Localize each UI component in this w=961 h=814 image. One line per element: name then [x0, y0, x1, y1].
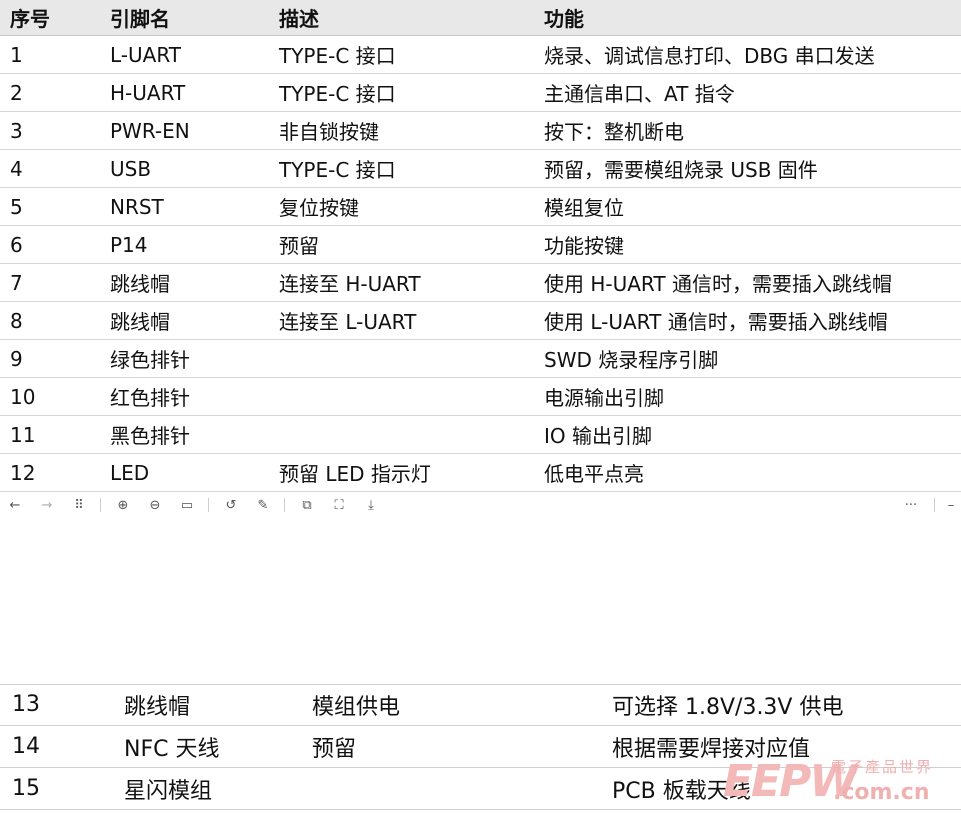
- row-description: 预留: [312, 736, 357, 762]
- row-description: 连接至 H-UART: [279, 272, 421, 296]
- row-index: 11: [10, 422, 36, 447]
- watermark-domain: .com.cn: [833, 780, 930, 805]
- header-index: 序号: [10, 7, 50, 31]
- table-row: 2 H-UART TYPE-C 接口 主通信串口、AT 指令: [0, 74, 961, 112]
- image-viewer-toolbar: ← → ⠿ ⊕ ⊖ ▭ ↺ ✎ ⧉ ⛶ ⤓ ··· –: [0, 490, 961, 520]
- row-description: TYPE-C 接口: [279, 82, 396, 106]
- table-row: 3 PWR-EN 非自锁按键 按下：整机断电: [0, 112, 961, 150]
- expand-icon[interactable]: ⛶: [328, 490, 350, 520]
- row-function: 低电平点亮: [544, 462, 644, 486]
- row-index: 9: [10, 346, 23, 371]
- row-function: 模组复位: [544, 196, 624, 220]
- crop-icon[interactable]: ⧉: [296, 490, 318, 520]
- edit-icon[interactable]: ✎: [252, 490, 274, 520]
- rotate-icon[interactable]: ↺: [220, 490, 242, 520]
- row-pin-name: 黑色排针: [110, 424, 190, 448]
- header-function: 功能: [544, 7, 584, 31]
- row-function: 烧录、调试信息打印、DBG 串口发送: [544, 44, 875, 68]
- row-pin-name: PWR-EN: [110, 118, 190, 143]
- watermark-chinese-name: 電子產品世界: [831, 758, 934, 776]
- row-pin-name: LED: [110, 460, 150, 485]
- table-row: 4 USB TYPE-C 接口 预留，需要模组烧录 USB 固件: [0, 150, 961, 188]
- row-function: 功能按键: [544, 234, 624, 258]
- row-description: 非自锁按键: [279, 120, 379, 144]
- row-function: 使用 H-UART 通信时，需要插入跳线帽: [544, 272, 892, 296]
- row-pin-name: H-UART: [110, 80, 186, 105]
- row-index: 2: [10, 80, 23, 105]
- row-pin-name: 红色排针: [110, 386, 190, 410]
- row-function: IO 输出引脚: [544, 424, 652, 448]
- row-description: TYPE-C 接口: [279, 44, 396, 68]
- row-description: 预留: [279, 234, 319, 258]
- row-function: 可选择 1.8V/3.3V 供电: [612, 694, 844, 720]
- row-function: SWD 烧录程序引脚: [544, 348, 719, 372]
- header-description: 描述: [279, 7, 319, 31]
- toolbar-divider: [208, 498, 209, 512]
- row-pin-name: 跳线帽: [124, 694, 191, 720]
- row-description: 复位按键: [279, 196, 359, 220]
- row-description: 连接至 L-UART: [279, 310, 417, 334]
- table-row: 12 LED 预留 LED 指示灯 低电平点亮: [0, 454, 961, 492]
- zoom-out-icon[interactable]: ⊖: [144, 490, 166, 520]
- eepw-watermark: EEPW 電子產品世界 .com.cn: [723, 756, 953, 812]
- toolbar-divider: [284, 498, 285, 512]
- row-function: 使用 L-UART 通信时，需要插入跳线帽: [544, 310, 888, 334]
- table-row: 8 跳线帽 连接至 L-UART 使用 L-UART 通信时，需要插入跳线帽: [0, 302, 961, 340]
- download-icon[interactable]: ⤓: [360, 490, 382, 520]
- row-description: 模组供电: [312, 694, 401, 720]
- back-arrow-icon[interactable]: ←: [4, 490, 26, 520]
- row-pin-name: NRST: [110, 194, 164, 219]
- row-index: 6: [10, 232, 23, 257]
- table-row: 6 P14 预留 功能按键: [0, 226, 961, 264]
- row-index: 3: [10, 118, 23, 143]
- table-row: 10 红色排针 电源输出引脚: [0, 378, 961, 416]
- row-pin-name: NFC 天线: [124, 736, 220, 762]
- row-pin-name: USB: [110, 156, 152, 181]
- row-index: 8: [10, 308, 23, 333]
- grid-icon[interactable]: ⠿: [68, 490, 90, 520]
- row-index: 12: [10, 460, 36, 485]
- row-function: 预留，需要模组烧录 USB 固件: [544, 158, 818, 182]
- row-index: 10: [10, 384, 36, 409]
- row-function: 按下：整机断电: [544, 120, 684, 144]
- row-function: 电源输出引脚: [544, 386, 664, 410]
- row-index: 13: [12, 692, 40, 717]
- forward-arrow-icon[interactable]: →: [36, 490, 58, 520]
- fit-icon[interactable]: ▭: [176, 490, 198, 520]
- row-pin-name: 跳线帽: [110, 310, 170, 334]
- table-row: 13 跳线帽 模组供电 可选择 1.8V/3.3V 供电: [0, 684, 961, 726]
- row-description: TYPE-C 接口: [279, 158, 396, 182]
- row-pin-name: 绿色排针: [110, 348, 190, 372]
- minimize-icon[interactable]: –: [944, 490, 958, 520]
- row-index: 14: [12, 734, 40, 759]
- table-row: 9 绿色排针 SWD 烧录程序引脚: [0, 340, 961, 378]
- row-pin-name: P14: [110, 232, 148, 257]
- row-index: 5: [10, 194, 23, 219]
- row-pin-name: L-UART: [110, 42, 181, 67]
- table-row: 5 NRST 复位按键 模组复位: [0, 188, 961, 226]
- table-header-row: 序号 引脚名 描述 功能: [0, 0, 961, 36]
- toolbar-divider: [934, 498, 935, 512]
- table-row: 1 L-UART TYPE-C 接口 烧录、调试信息打印、DBG 串口发送: [0, 36, 961, 74]
- row-pin-name: 星闪模组: [124, 778, 213, 804]
- row-index: 1: [10, 42, 23, 67]
- row-index: 15: [12, 776, 40, 801]
- row-index: 7: [10, 270, 23, 295]
- table-row: 11 黑色排针 IO 输出引脚: [0, 416, 961, 454]
- toolbar-divider: [100, 498, 101, 512]
- more-icon[interactable]: ···: [898, 490, 924, 520]
- zoom-in-icon[interactable]: ⊕: [112, 490, 134, 520]
- row-description: 预留 LED 指示灯: [279, 462, 431, 486]
- row-pin-name: 跳线帽: [110, 272, 170, 296]
- header-pin-name: 引脚名: [110, 7, 170, 31]
- row-index: 4: [10, 156, 23, 181]
- table-row: 7 跳线帽 连接至 H-UART 使用 H-UART 通信时，需要插入跳线帽: [0, 264, 961, 302]
- row-function: 主通信串口、AT 指令: [544, 82, 735, 106]
